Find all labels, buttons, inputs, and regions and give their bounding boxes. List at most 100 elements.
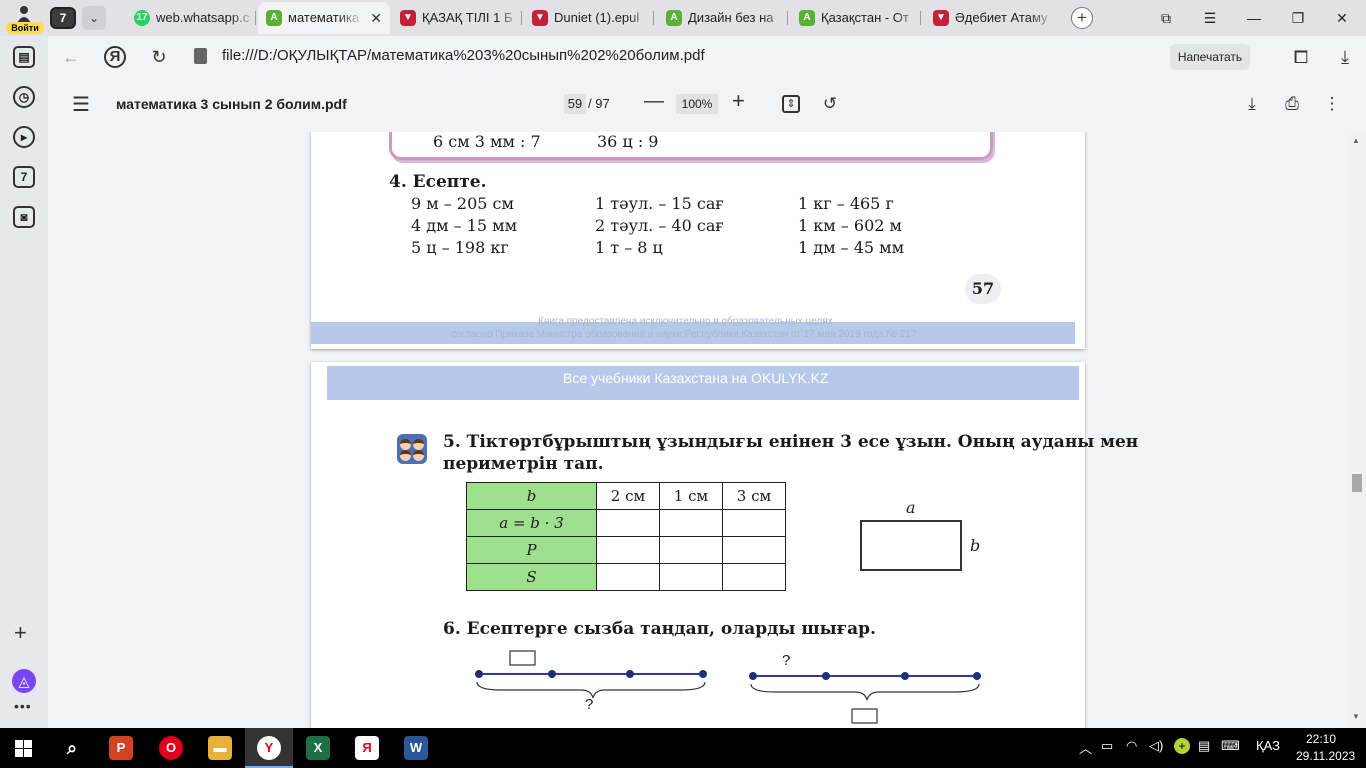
scroll-down-icon[interactable]: ▼ bbox=[1352, 712, 1360, 721]
keyboard-icon[interactable]: ⌨ bbox=[1221, 738, 1240, 754]
pdf-viewer[interactable]: 6 см 3 мм : 7 36 ц : 9 4. Есепте. 9 м – … bbox=[48, 132, 1348, 728]
wifi-icon[interactable]: ◠ bbox=[1126, 738, 1137, 754]
history-icon[interactable]: ◷ bbox=[13, 86, 35, 108]
update-icon[interactable]: + bbox=[1174, 738, 1190, 754]
zoom-out-icon[interactable]: — bbox=[644, 90, 664, 113]
tab-whatsapp[interactable]: 17 web.whatsapp.c bbox=[126, 2, 256, 34]
more-icon[interactable]: ••• bbox=[14, 698, 32, 714]
battery-icon[interactable]: ▭ bbox=[1101, 738, 1113, 754]
restore-button[interactable]: ❐ bbox=[1276, 0, 1320, 36]
task4-heading: 4. Есепте. bbox=[389, 172, 487, 192]
tab-matematika[interactable]: A математика ✕ bbox=[258, 2, 390, 34]
tab-title: Duniet (1).epul bbox=[554, 10, 640, 25]
scroll-up-icon[interactable]: ▲ bbox=[1352, 136, 1360, 145]
table-row: S bbox=[466, 563, 786, 591]
tab-dizain[interactable]: A Дизайн без на bbox=[658, 2, 788, 34]
segment-diagrams bbox=[475, 650, 981, 724]
screenshot-icon[interactable]: ◙ bbox=[13, 206, 35, 228]
tab-count-button[interactable]: 7 bbox=[50, 7, 76, 29]
file-icon bbox=[194, 48, 207, 64]
extensions-icon[interactable]: ⧠ bbox=[1288, 44, 1314, 70]
watermark-text: Все учебники Казахстана на OKULYK.KZ bbox=[563, 370, 829, 386]
task4-cell: 1 дм – 45 мм bbox=[798, 238, 905, 257]
pdf-page: 6 см 3 мм : 7 36 ц : 9 4. Есепте. 9 м – … bbox=[311, 132, 1085, 349]
taskbar-app-word[interactable]: W bbox=[392, 728, 440, 768]
close-window-button[interactable]: ✕ bbox=[1320, 0, 1364, 36]
downloads-icon[interactable]: ⤓ bbox=[1332, 44, 1358, 70]
taskbar-app-opera[interactable]: O bbox=[147, 728, 195, 768]
tab-adebiet[interactable]: ▼ Әдебиет Атаму bbox=[925, 2, 1055, 34]
back-icon[interactable]: ← bbox=[58, 44, 84, 70]
language-indicator[interactable]: ҚАЗ bbox=[1256, 738, 1280, 753]
tab-count-sidebar-icon[interactable]: 7 bbox=[13, 166, 35, 188]
table-row: a = b · 3 bbox=[466, 509, 786, 537]
tab-kazak-tili[interactable]: ▼ ҚАЗАҚ ТІЛІ 1 Б bbox=[392, 2, 522, 34]
chevron-up-icon[interactable]: ︿ bbox=[1079, 738, 1092, 757]
add-panel-icon[interactable]: + bbox=[14, 620, 27, 646]
table-cell: b bbox=[466, 482, 597, 510]
page-total: / 97 bbox=[588, 96, 610, 111]
table-cell: 2 см bbox=[596, 482, 660, 510]
pdf-toolbar: ☰ математика 3 сынып 2 болим.pdf 59 / 97… bbox=[48, 78, 1366, 132]
table-cell bbox=[722, 509, 786, 537]
task4-cell: 1 т – 8 ц bbox=[595, 238, 663, 257]
more-options-icon[interactable]: ⋮ bbox=[1320, 92, 1344, 116]
question-mark: ? bbox=[585, 696, 594, 713]
minimize-button[interactable]: — bbox=[1232, 0, 1276, 36]
print-button[interactable]: Напечатать bbox=[1170, 44, 1250, 70]
scrollbar[interactable]: ▲ ▼ bbox=[1348, 132, 1366, 728]
alice-icon: A bbox=[666, 10, 682, 26]
tab-duniet[interactable]: ▼ Duniet (1).epul bbox=[524, 2, 654, 34]
tab-strip: Войти 7 ⌄ 17 web.whatsapp.c A математика… bbox=[0, 0, 1366, 36]
download-icon[interactable]: ⤓ bbox=[1240, 92, 1264, 116]
print-icon[interactable]: ⎙ bbox=[1280, 92, 1304, 116]
task5-table: b 2 см 1 см 3 см a = b · 3 P S bbox=[466, 482, 786, 591]
tab-kazakstan[interactable]: A Қазақстан - От bbox=[791, 2, 921, 34]
rotate-icon[interactable]: ↺ bbox=[818, 92, 842, 116]
taskbar-app-yandex-browser[interactable]: Y bbox=[245, 728, 293, 768]
menu-icon[interactable]: ☰ bbox=[1188, 0, 1232, 36]
reload-icon[interactable]: ↻ bbox=[146, 44, 172, 70]
scroll-thumb[interactable] bbox=[1352, 474, 1362, 492]
table-cell: 1 см bbox=[659, 482, 723, 510]
frame-text-left: 6 см 3 мм : 7 bbox=[433, 132, 541, 151]
yandex-logo-icon[interactable]: Я bbox=[104, 46, 126, 68]
excel-icon: X bbox=[306, 736, 330, 760]
url-field[interactable]: file:///D:/ОҚУЛЫҚТАР/математика%203%20сы… bbox=[222, 47, 705, 64]
powerpoint-icon: P bbox=[109, 736, 133, 760]
profile-button[interactable]: Войти bbox=[4, 2, 44, 34]
taskbar-app-excel[interactable]: X bbox=[294, 728, 342, 768]
chevron-down-icon[interactable]: ⌄ bbox=[82, 6, 106, 30]
rect-top-label: a bbox=[906, 498, 916, 517]
clock-time[interactable]: 22:10 bbox=[1306, 732, 1336, 746]
alice-assistant-icon[interactable]: ◬ bbox=[12, 669, 36, 693]
volume-icon[interactable]: ◁) bbox=[1149, 738, 1163, 754]
task4-cell: 1 км – 602 м bbox=[798, 216, 902, 235]
start-button[interactable] bbox=[0, 728, 48, 768]
page-number-input[interactable]: 59 bbox=[564, 94, 586, 114]
fit-page-icon[interactable]: ⇕ bbox=[782, 95, 800, 113]
play-icon[interactable]: ▸ bbox=[13, 126, 35, 148]
table-row: b 2 см 1 см 3 см bbox=[466, 482, 786, 510]
task4-cell: 2 тәул. – 40 сағ bbox=[595, 216, 724, 235]
footer-note: согласно Приказа Министра образования и … bbox=[451, 329, 917, 340]
clock-date[interactable]: 29.11.2023 bbox=[1296, 749, 1355, 763]
yandex-browser-icon: Y bbox=[257, 736, 281, 760]
search-button[interactable]: ⌕ bbox=[48, 728, 96, 768]
whatsapp-icon: 17 bbox=[134, 10, 150, 26]
zoom-input[interactable]: 100% bbox=[676, 94, 718, 114]
close-icon[interactable]: ✕ bbox=[370, 2, 382, 34]
header-band: Все учебники Казахстана на OKULYK.KZ bbox=[327, 366, 1079, 400]
taskbar-app-explorer[interactable]: ▬ bbox=[196, 728, 244, 768]
new-tab-button[interactable]: + bbox=[1071, 7, 1093, 29]
zoom-in-icon[interactable]: + bbox=[732, 88, 745, 114]
taskbar-app-powerpoint[interactable]: P bbox=[97, 728, 145, 768]
taskbar-app-yandex[interactable]: Я bbox=[343, 728, 391, 768]
yandex-icon: Я bbox=[355, 736, 379, 760]
question-mark: ? bbox=[782, 652, 791, 669]
collections-sidebar-icon[interactable]: ▤ bbox=[13, 46, 35, 68]
notification-icon[interactable]: ▤ bbox=[1198, 738, 1210, 754]
menu-icon[interactable]: ☰ bbox=[72, 92, 90, 117]
pair-work-icon bbox=[397, 434, 427, 464]
collections-icon[interactable]: ⧉ bbox=[1144, 0, 1188, 36]
